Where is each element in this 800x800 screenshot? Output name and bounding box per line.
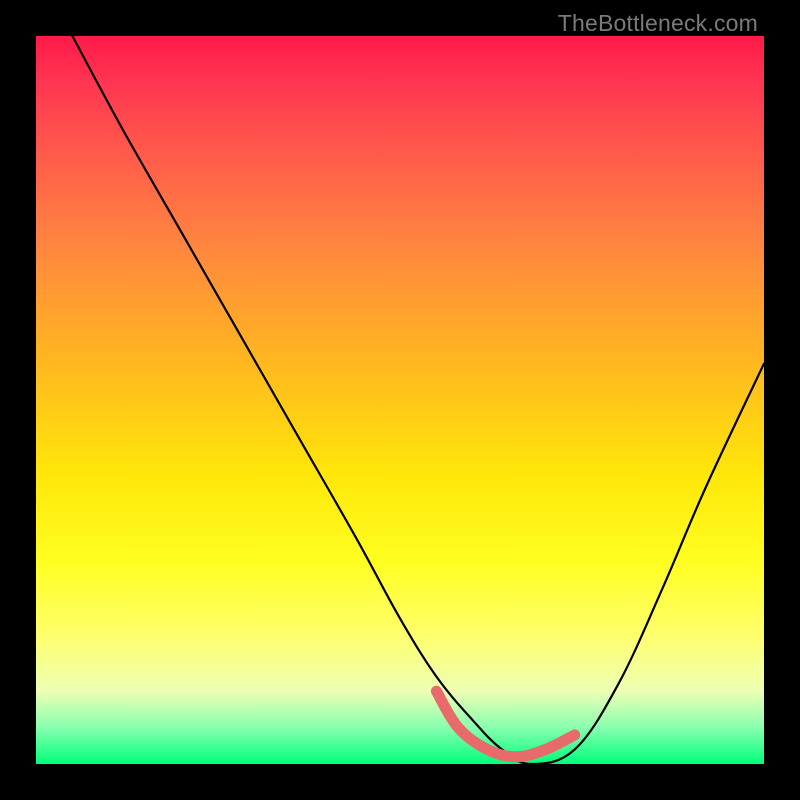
watermark-text: TheBottleneck.com [558, 10, 758, 37]
chart-svg [36, 36, 764, 764]
bottleneck-curve [72, 36, 764, 764]
plot-area [36, 36, 764, 764]
bottleneck-chart: TheBottleneck.com [0, 0, 800, 800]
